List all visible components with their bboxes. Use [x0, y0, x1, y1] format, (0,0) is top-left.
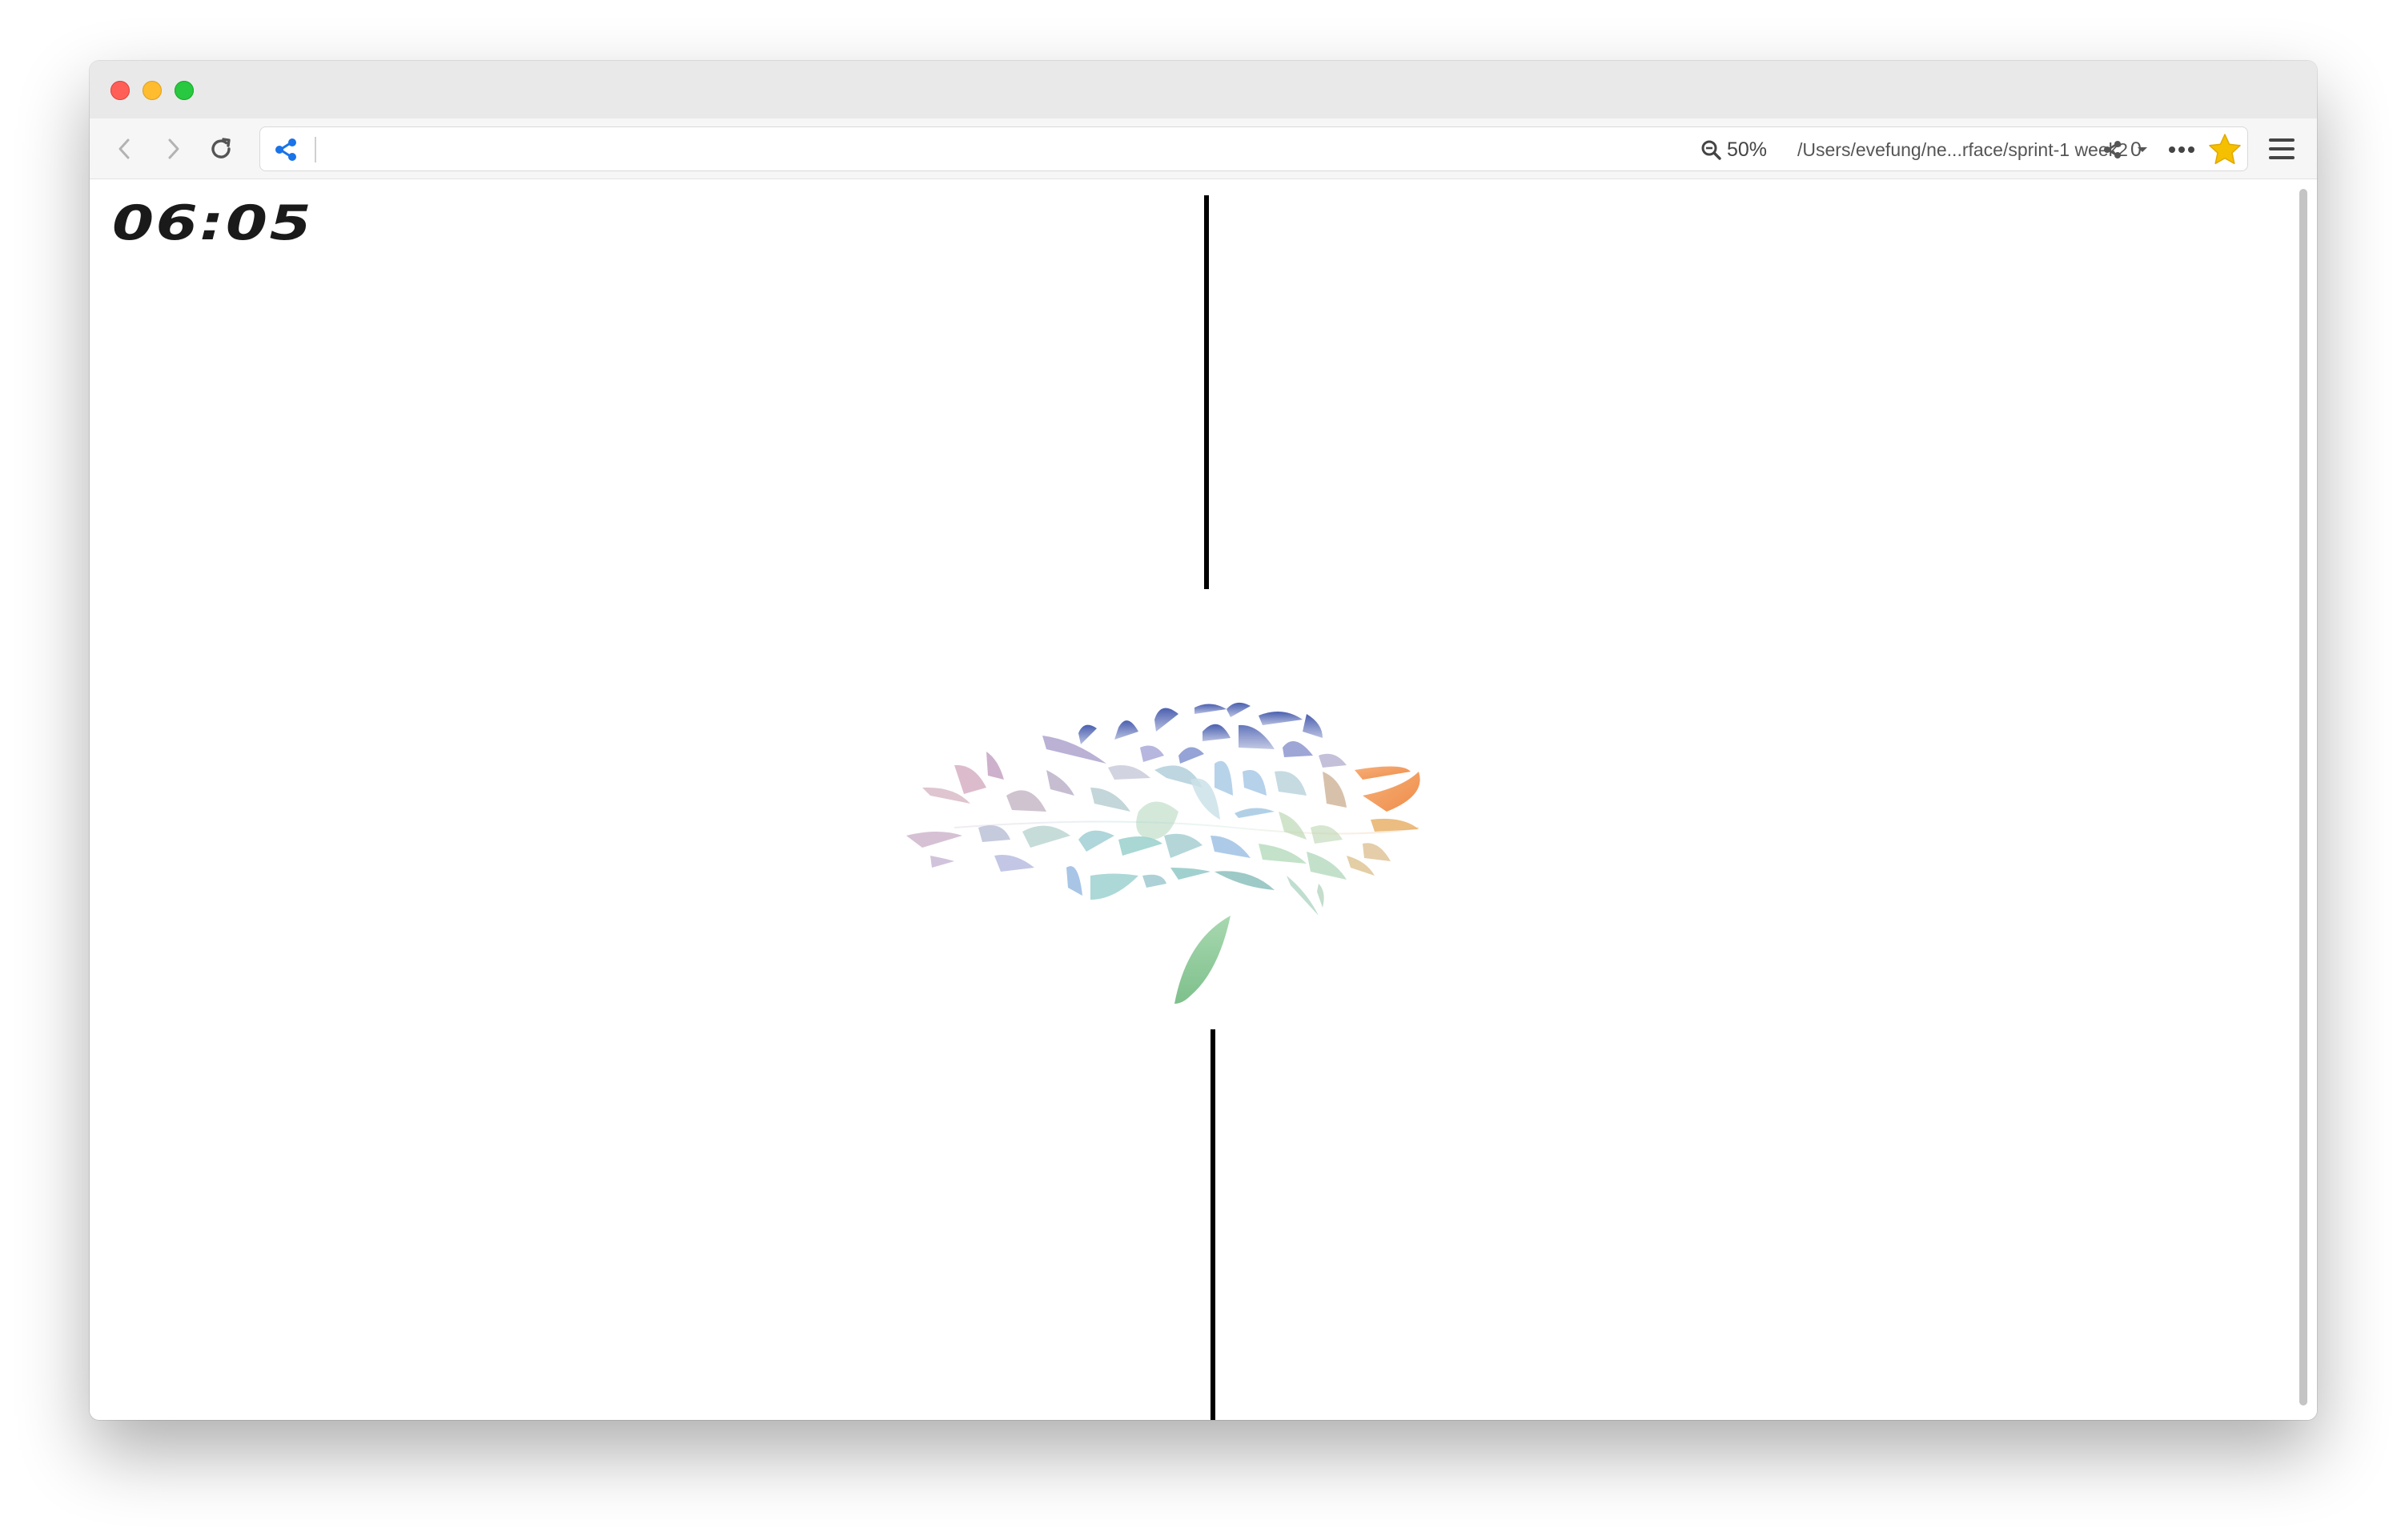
vertical-scrollbar[interactable] — [2296, 189, 2311, 1406]
minimize-window-button[interactable] — [143, 81, 162, 100]
browser-toolbar: 50% /Users/evefung/ne...rface/sprint-1 w… — [90, 118, 2317, 179]
flower-illustration — [906, 702, 1420, 1004]
zoom-level: 50% — [1727, 138, 1768, 161]
title-bar — [90, 61, 2317, 118]
maximize-window-button[interactable] — [175, 81, 194, 100]
top-divider-line — [1204, 195, 1209, 589]
close-window-button[interactable] — [110, 81, 130, 100]
address-bar[interactable]: 50% /Users/evefung/ne...rface/sprint-1 w… — [259, 126, 2248, 171]
bottom-divider-line — [1211, 1029, 1215, 1420]
reload-button[interactable] — [202, 130, 240, 168]
back-button[interactable] — [106, 130, 144, 168]
file-path-text: /Users/evefung/ne...rface/sprint-1 week2 — [1797, 138, 2128, 160]
chevron-left-icon — [118, 138, 130, 159]
hamburger-icon[interactable] — [2262, 130, 2301, 168]
forward-button[interactable] — [154, 130, 192, 168]
share-count-button[interactable]: 0 — [2102, 127, 2142, 172]
scrollbar-thumb[interactable] — [2299, 189, 2307, 1406]
share-count: 0 — [2130, 138, 2142, 161]
reload-icon — [211, 138, 231, 158]
file-path-dropdown[interactable]: /Users/evefung/ne...rface/sprint-1 week2 — [1797, 127, 2149, 172]
share-icon[interactable] — [271, 135, 300, 164]
url-text-cursor — [315, 137, 316, 162]
zoom-indicator[interactable]: 50% — [1700, 127, 1767, 172]
chevron-right-icon — [168, 138, 179, 159]
clock-display: 06:05 — [112, 195, 314, 251]
share-small-icon — [2104, 141, 2121, 158]
ellipsis-icon[interactable] — [2164, 134, 2199, 166]
browser-window: 50% /Users/evefung/ne...rface/sprint-1 w… — [90, 61, 2317, 1420]
page-content: 06:05 — [90, 179, 2317, 1420]
magnifier-minus-icon — [1701, 140, 1721, 160]
star-icon[interactable] — [2207, 132, 2242, 167]
